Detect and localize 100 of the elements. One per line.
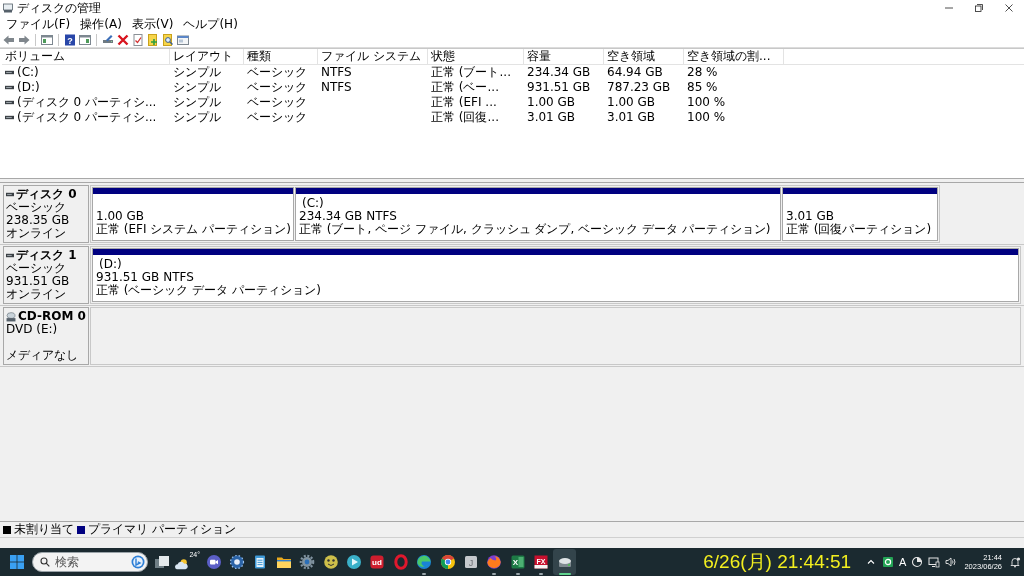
table-cell-text: ベーシック: [246, 110, 308, 125]
table-cell: (D:): [17, 80, 40, 95]
table-cell-text: ベーシック: [246, 80, 308, 95]
table-cell-text: 64.94 GB: [606, 65, 664, 80]
table-cell-text: シンプル: [172, 65, 222, 80]
circle-icon[interactable]: [911, 556, 924, 568]
partition-block[interactable]: 3.01 GB 正常 (回復パーティション): [782, 187, 938, 241]
overlapping-squares-icon: [153, 554, 170, 570]
table-cell-text: 28 %: [686, 65, 719, 80]
speaker-icon[interactable]: [945, 556, 958, 568]
disk-type: ベーシック: [6, 262, 67, 275]
table-cell-text: 85 %: [686, 80, 719, 95]
table-cell-text: シンプル: [172, 110, 222, 125]
page-magnifier-icon[interactable]: [162, 33, 174, 46]
legend-label: 未割り当て: [14, 522, 74, 537]
column-header[interactable]: 空き領域: [604, 49, 684, 64]
drive-icon: [5, 100, 14, 105]
smiley-icon: [322, 554, 339, 570]
drive-icon: [5, 85, 14, 90]
table-cell-text: 3.01 GB: [526, 110, 577, 125]
disk-info-panel[interactable]: ディスク 0 ベーシック 238.35 GB オンライン: [3, 185, 89, 243]
table-cell-text: 3.01 GB: [606, 110, 657, 125]
partition-block[interactable]: (D:) 931.51 GB NTFS 正常 (ベーシック データ パーティション): [92, 248, 1019, 302]
partition-status: 正常 (ブート, ページ ファイル, クラッシュ ダンプ, ベーシック データ パーティション): [299, 223, 772, 236]
table-cell-text: 正常 (EFI ...: [430, 95, 498, 110]
table-cell-text: 234.34 GB: [526, 65, 592, 80]
checklist-icon[interactable]: [132, 33, 144, 46]
monitor-icon[interactable]: [928, 556, 941, 568]
drive-icon: [3, 3, 13, 13]
partition-block[interactable]: 1.00 GB 正常 (EFI システム パーティション): [92, 187, 294, 241]
disk-info-panel[interactable]: CD-ROM 0 DVD (E:) メディアなし: [3, 307, 89, 365]
search-field[interactable]: 検索: [32, 552, 148, 572]
page-plus-icon[interactable]: [147, 33, 159, 46]
menu-item[interactable]: 表示(V): [126, 16, 179, 32]
table-cell-text: 正常 (回復...: [430, 110, 500, 125]
burst-icon: [229, 554, 246, 570]
disk-capacity: 238.35 GB: [6, 214, 71, 227]
fox-globe-icon: [486, 554, 503, 570]
ime-indicator[interactable]: A: [899, 555, 907, 569]
disk-status: オンライン: [6, 288, 67, 301]
table-cell-text: 931.51 GB: [526, 80, 592, 95]
disk-name: ディスク 0: [16, 188, 77, 201]
window-grid-icon[interactable]: [79, 33, 91, 46]
column-header[interactable]: 容量: [524, 49, 604, 64]
partition-size: 3.01 GB: [786, 210, 836, 223]
wheel-icon: [439, 554, 456, 570]
column-header[interactable]: 種類: [244, 49, 318, 64]
letter-tile-icon: ud: [369, 554, 386, 570]
legend-label: プライマリ パーティション: [88, 522, 236, 537]
close-icon: [1005, 4, 1013, 12]
disk-capacity: 931.51 GB: [6, 275, 71, 288]
ring-icon: [392, 554, 409, 570]
table-cell-text: シンプル: [172, 95, 222, 110]
restore-icon: [975, 4, 983, 12]
four-squares-icon[interactable]: [9, 554, 25, 570]
pane-window-icon[interactable]: [41, 33, 53, 46]
search-icon: [40, 557, 50, 567]
menu-item[interactable]: ヘルプ(H): [178, 16, 243, 32]
window-icon[interactable]: [177, 33, 189, 46]
table-cell-text: NTFS: [320, 80, 353, 95]
bell-icon[interactable]: [1009, 556, 1021, 568]
table-cell-text: 正常 (ブート...: [430, 65, 512, 80]
taskbar-app-button[interactable]: ud: [365, 549, 390, 575]
app-square-icon[interactable]: [882, 556, 895, 568]
left-arrow-icon[interactable]: [3, 33, 15, 46]
partition-status: 正常 (EFI システム パーティション): [96, 223, 290, 236]
table-cell-text: ベーシック: [246, 65, 308, 80]
drive-icon: [5, 70, 14, 75]
disk-type: ベーシック: [6, 201, 67, 214]
taskbar-app-button[interactable]: X: [506, 549, 530, 575]
camera-bubble-icon: [205, 554, 222, 570]
running-indicator: [539, 573, 544, 575]
drive-pen-icon[interactable]: [102, 33, 114, 46]
cloud-sun-icon: [175, 556, 190, 571]
play-circle-icon: [346, 554, 362, 570]
menu-item[interactable]: ファイル(F): [1, 16, 76, 32]
partition-size: 931.51 GB NTFS: [96, 271, 195, 284]
disk-status: メディアなし: [6, 349, 79, 362]
right-arrow-icon[interactable]: [18, 33, 30, 46]
table-cell: (ディスク 0 パーティシ...: [17, 110, 157, 125]
disk-status: オンライン: [6, 227, 67, 240]
ring-logo-icon[interactable]: [131, 555, 145, 569]
clock-overlay-text: 6/26(月) 21:44:51: [703, 551, 852, 573]
taskbar-app-button[interactable]: [552, 549, 577, 575]
gear-icon: [299, 554, 316, 570]
column-header[interactable]: ボリューム: [2, 49, 170, 64]
swirl-icon: [416, 554, 433, 570]
minimize-icon: [945, 4, 953, 12]
help-icon[interactable]: ?: [64, 33, 76, 46]
table-cell: (ディスク 0 パーティシ...: [17, 95, 157, 110]
menu-item[interactable]: 操作(A): [75, 16, 127, 32]
column-header[interactable]: 空き領域の割...: [684, 49, 784, 64]
table-cell-text: 100 %: [686, 95, 727, 110]
disk-info-panel[interactable]: ディスク 1 ベーシック 931.51 GB オンライン: [3, 246, 89, 304]
partition-block[interactable]: (C:) 234.34 GB NTFS 正常 (ブート, ページ ファイル, クラッシュ ダンプ, ベーシック データ パーティション): [295, 187, 781, 241]
table-cell-text: 正常 (ベー...: [430, 80, 500, 95]
column-header[interactable]: 状態: [428, 49, 524, 64]
partition-size: 234.34 GB NTFS: [299, 210, 398, 223]
cross-icon[interactable]: [117, 33, 129, 46]
running-indicator: [558, 573, 571, 575]
